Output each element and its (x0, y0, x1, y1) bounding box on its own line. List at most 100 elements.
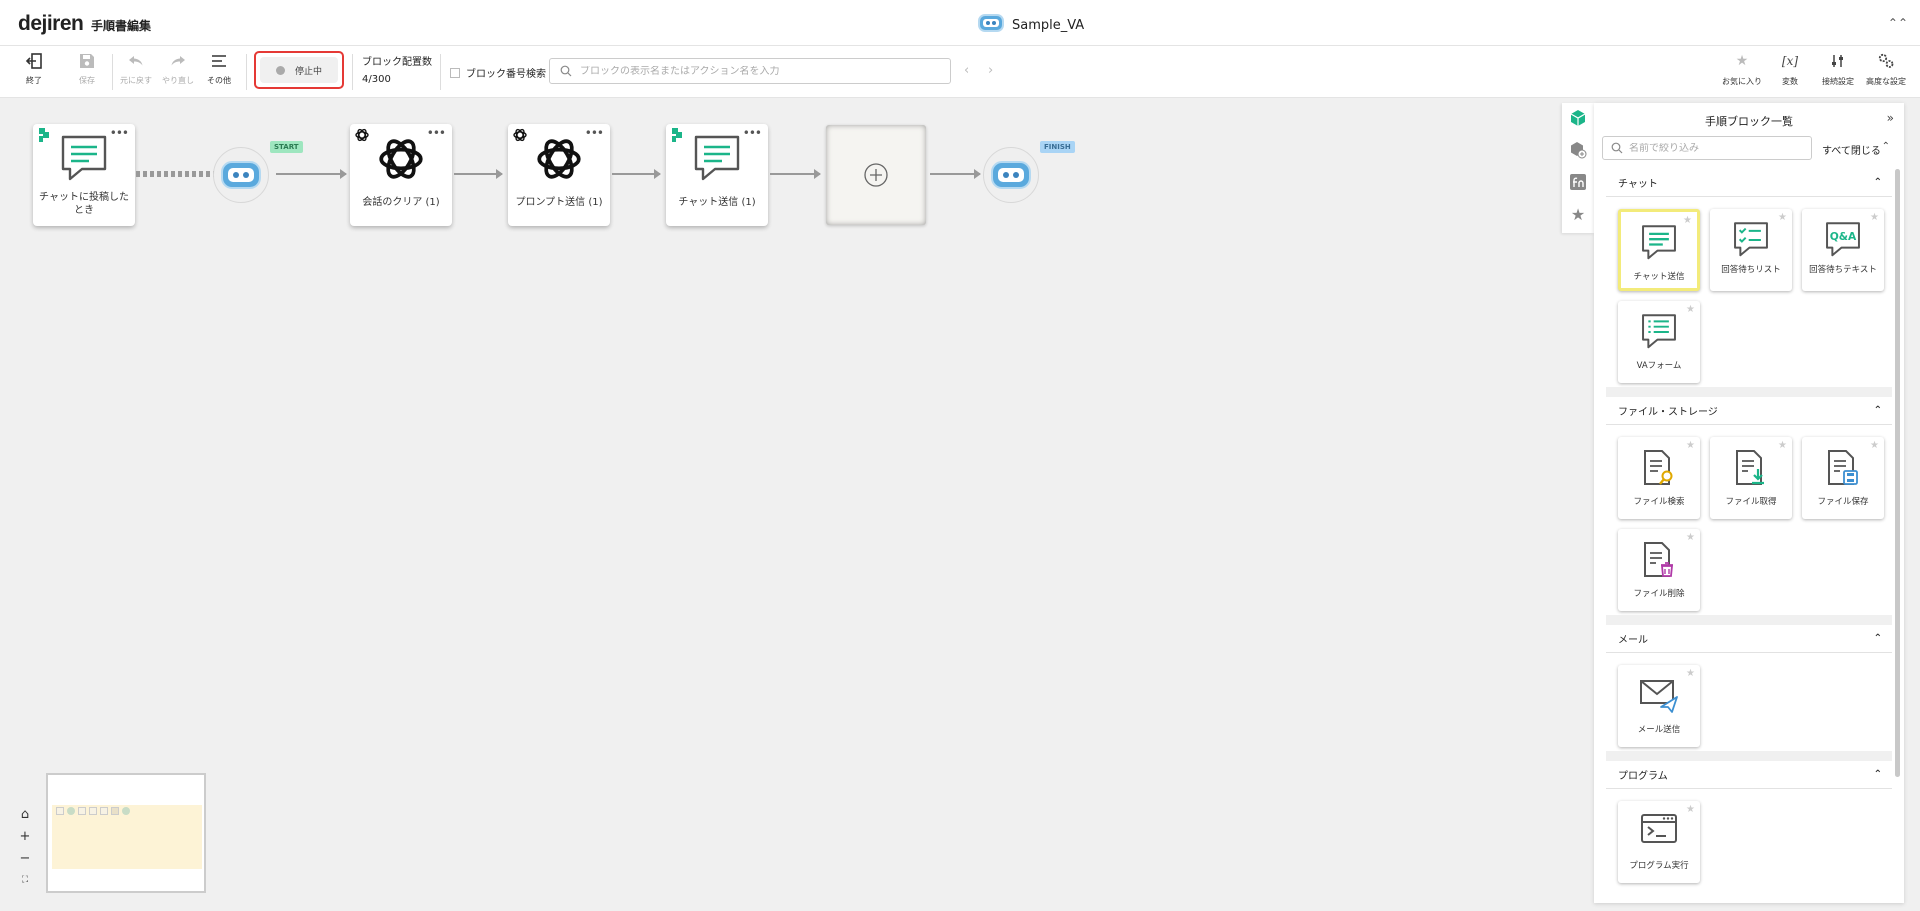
expand-panel-icon[interactable]: » (1887, 111, 1894, 125)
category-label: ファイル・ストレージ (1618, 407, 1718, 418)
dejiren-badge-icon (670, 127, 684, 146)
start-node[interactable] (213, 147, 269, 203)
robot-icon (991, 161, 1031, 189)
block-search-input[interactable] (580, 65, 940, 77)
chevron-up-icon[interactable]: ⌃ (1874, 177, 1882, 188)
trigger-block[interactable]: ••• チャットに投稿したとき (33, 124, 135, 226)
block-search-box (549, 58, 951, 84)
item-chat-send[interactable]: ★ チャット送信 (1618, 209, 1700, 291)
block-menu-icon[interactable]: ••• (743, 126, 762, 140)
block-menu-icon[interactable]: ••• (585, 126, 604, 140)
chat-send-block[interactable]: ••• チャット送信 (1) (666, 124, 768, 226)
close-all-button[interactable]: すべて閉じる (1822, 142, 1881, 157)
home-icon[interactable]: ⌂ (14, 805, 36, 823)
category-mail[interactable]: メール ⌃ (1606, 625, 1892, 653)
star-icon[interactable]: ★ (1686, 440, 1695, 451)
variables-button[interactable]: [x] 変数 (1765, 52, 1815, 87)
block-menu-icon[interactable]: ••• (110, 126, 129, 140)
star-icon[interactable]: ★ (1686, 304, 1695, 315)
search-icon (1611, 142, 1623, 154)
blocks-tab[interactable] (1567, 107, 1589, 129)
filter-input[interactable] (1629, 142, 1809, 154)
category-file-storage[interactable]: ファイル・ストレージ ⌃ (1606, 397, 1892, 425)
favorites-label: お気に入り (1722, 77, 1762, 86)
flow-canvas[interactable]: ••• チャットに投稿したとき START ••• 会話のクリア (1) •••… (0, 98, 1560, 911)
item-label: チャット送信 (1633, 272, 1685, 282)
star-icon[interactable]: ★ (1686, 532, 1695, 543)
status-toggle[interactable]: 停止中 (260, 57, 338, 83)
plus-circle-icon (864, 163, 888, 187)
next-result-icon[interactable]: › (988, 63, 993, 78)
form-chat-icon (1640, 313, 1678, 354)
item-answer-list[interactable]: ★ 回答待ちリスト (1710, 209, 1792, 291)
item-label: ファイル削除 (1633, 589, 1685, 599)
favorites-button[interactable]: ★ お気に入り (1717, 52, 1767, 87)
block-count: ブロック配置数 4/300 (362, 54, 432, 88)
star-icon[interactable]: ★ (1870, 212, 1879, 223)
star-icon[interactable]: ★ (1870, 440, 1879, 451)
functions-tab[interactable] (1567, 171, 1589, 193)
mail-send-icon (1639, 677, 1679, 716)
category-program[interactable]: プログラム ⌃ (1606, 761, 1892, 789)
chevron-up-icon[interactable]: ⌃ (1874, 769, 1882, 780)
custom-blocks-tab[interactable] (1567, 139, 1589, 161)
item-answer-text[interactable]: ★ Q&A 回答待ちテキスト (1802, 209, 1884, 291)
openai-icon (376, 134, 426, 187)
star-icon[interactable]: ★ (1778, 212, 1787, 223)
save-button[interactable]: 保存 (67, 52, 107, 86)
prompt-send-block[interactable]: ••• プロンプト送信 (1) (508, 124, 610, 226)
zoom-in-icon[interactable]: + (14, 827, 36, 845)
connector (612, 169, 661, 179)
chevron-up-icon[interactable]: ⌃ (1882, 141, 1890, 152)
connector (454, 169, 503, 179)
file-delete-icon (1642, 541, 1676, 582)
star-icon: ★ (1570, 204, 1586, 224)
svg-text:Q&A: Q&A (1830, 230, 1857, 243)
chevron-up-icon[interactable]: ⌃ (1874, 405, 1882, 416)
chevron-up-icon[interactable]: ⌃ (1874, 633, 1882, 644)
item-file-save[interactable]: ★ ファイル保存 (1802, 437, 1884, 519)
block-list-panel: 手順ブロック一覧 » すべて閉じる ⌃ チャット ⌃ ★ チャット送信 ★ 回答… (1594, 103, 1904, 903)
variable-icon: [x] (1781, 54, 1799, 68)
prev-result-icon[interactable]: ‹ (964, 63, 969, 78)
add-block-slot[interactable] (826, 125, 926, 225)
item-file-get[interactable]: ★ ファイル取得 (1710, 437, 1792, 519)
fit-view-icon[interactable]: ⛶ (14, 871, 36, 889)
block-number-search-toggle[interactable]: ブロック番号検索 (450, 65, 546, 80)
item-mail-send[interactable]: ★ メール送信 (1618, 665, 1700, 747)
cube-plus-icon (1571, 142, 1587, 159)
scrollbar-thumb[interactable] (1895, 169, 1900, 777)
star-icon[interactable]: ★ (1686, 804, 1695, 815)
block-menu-icon[interactable]: ••• (427, 126, 446, 140)
menu-icon (212, 55, 226, 67)
trigger-connector (136, 171, 216, 177)
chat-icon (1640, 224, 1678, 265)
minimap[interactable] (46, 773, 206, 893)
block-number-search-checkbox[interactable] (450, 67, 460, 78)
collapse-header-icon[interactable]: ⌃⌃ (1888, 16, 1908, 30)
favorites-tab[interactable]: ★ (1567, 203, 1589, 225)
category-label: プログラム (1618, 771, 1668, 782)
redo-button[interactable]: やり直し (158, 52, 198, 86)
minimap-nodes (56, 807, 130, 815)
star-icon[interactable]: ★ (1683, 215, 1692, 226)
advanced-settings-button[interactable]: 高度な設定 (1861, 52, 1911, 87)
function-icon (1570, 174, 1586, 190)
star-icon[interactable]: ★ (1778, 440, 1787, 451)
zoom-out-icon[interactable]: − (14, 849, 36, 867)
exit-button[interactable]: 終了 (14, 52, 54, 86)
checklist-chat-icon (1732, 221, 1770, 262)
item-program-run[interactable]: ★ プログラム実行 (1618, 801, 1700, 883)
star-icon[interactable]: ★ (1686, 668, 1695, 679)
item-file-delete[interactable]: ★ ファイル削除 (1618, 529, 1700, 611)
undo-button[interactable]: 元に戻す (116, 52, 156, 86)
clear-conversation-block[interactable]: ••• 会話のクリア (1) (350, 124, 452, 226)
connection-settings-button[interactable]: 接続設定 (1813, 52, 1863, 87)
terminal-icon (1640, 813, 1678, 848)
other-label: その他 (207, 76, 231, 85)
item-va-form[interactable]: ★ VAフォーム (1618, 301, 1700, 383)
item-file-search[interactable]: ★ ファイル検索 (1618, 437, 1700, 519)
other-menu-button[interactable]: その他 (199, 52, 239, 86)
category-chat[interactable]: チャット ⌃ (1606, 169, 1892, 197)
finish-node[interactable] (983, 147, 1039, 203)
